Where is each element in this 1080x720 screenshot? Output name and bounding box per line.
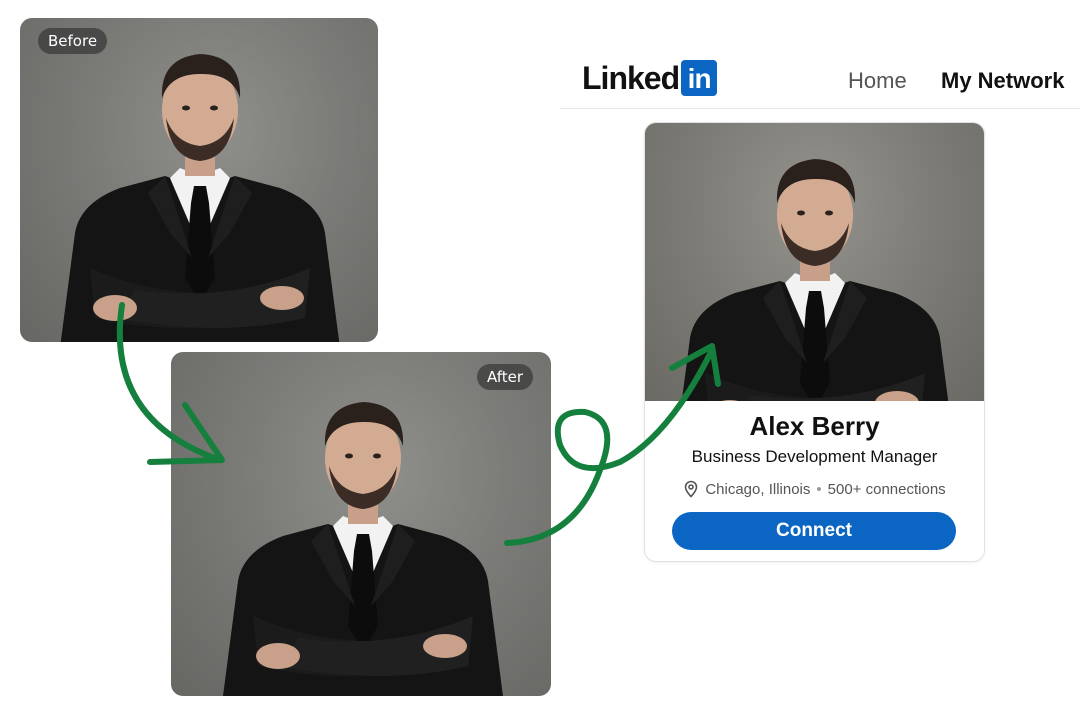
nav-home[interactable]: Home bbox=[848, 68, 907, 94]
before-badge: Before bbox=[38, 28, 108, 54]
logo-text: Linked bbox=[582, 59, 680, 96]
linkedin-logo[interactable]: Linked in bbox=[582, 59, 718, 96]
nav-my-network[interactable]: My Network bbox=[941, 68, 1064, 94]
profile-card: Alex Berry Business Development Manager … bbox=[644, 122, 985, 562]
linkedin-header: Linked in Home My Network bbox=[560, 50, 1080, 109]
profile-meta: Chicago, Illinois • 500+ connections bbox=[645, 480, 984, 498]
after-badge: After bbox=[476, 364, 533, 390]
profile-name[interactable]: Alex Berry bbox=[645, 411, 984, 442]
profile-photo[interactable] bbox=[645, 123, 984, 401]
connect-button[interactable]: Connect bbox=[672, 512, 956, 550]
before-photo: Before bbox=[20, 18, 378, 342]
profile-connections[interactable]: 500+ connections bbox=[828, 481, 946, 498]
after-photo: After bbox=[171, 352, 551, 696]
meta-separator: • bbox=[816, 480, 822, 498]
person-illustration bbox=[60, 54, 340, 342]
person-illustration bbox=[675, 159, 955, 401]
person-illustration bbox=[223, 402, 503, 696]
profile-info: Alex Berry Business Development Manager … bbox=[645, 401, 984, 561]
logo-in-box: in bbox=[681, 60, 718, 96]
profile-headline: Business Development Manager bbox=[691, 447, 938, 466]
location-pin-icon bbox=[685, 480, 698, 498]
profile-location: Chicago, Illinois bbox=[705, 480, 811, 498]
